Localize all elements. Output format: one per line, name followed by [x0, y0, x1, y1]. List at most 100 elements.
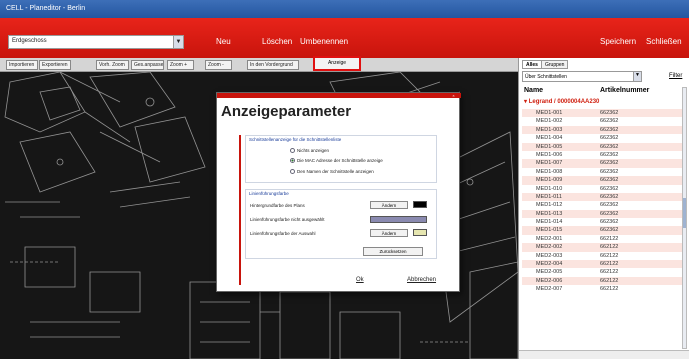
item-article: 662362 [600, 227, 619, 234]
tab-groups[interactable]: Gruppen [541, 60, 569, 69]
list-item[interactable]: MED1-002 662362 [522, 117, 682, 125]
save-button[interactable]: Speichern [600, 37, 636, 46]
import-button[interactable]: Importieren [6, 60, 38, 70]
list-item[interactable]: MED1-013 662362 [522, 209, 682, 219]
list-item[interactable]: MED2-004 662122 [522, 260, 682, 269]
item-name: MED1-001 [536, 110, 563, 116]
filter-select[interactable]: Über Schnittstellen ▼ [522, 71, 642, 82]
close-button[interactable]: Schließen [646, 37, 682, 46]
vertical-scrollbar[interactable] [682, 87, 687, 349]
item-name: MED1-008 [536, 168, 563, 175]
ok-button[interactable]: Ok [356, 277, 364, 283]
list-item[interactable]: MED1-009 662362 [522, 176, 682, 185]
item-article: 662122 [600, 244, 619, 251]
chevron-down-icon[interactable]: ▼ [633, 72, 641, 81]
delete-button[interactable]: Löschen [262, 37, 292, 46]
filter-select-value: Über Schnittstellen [525, 74, 567, 80]
item-name: MED1-007 [536, 160, 563, 167]
bg-color-swatch [413, 201, 427, 208]
list-item[interactable]: MED1-007 662362 [522, 159, 682, 168]
item-name: MED2-007 [536, 286, 563, 293]
close-icon[interactable]: × [450, 93, 457, 98]
radio-label: Die MAC Adresse der Schnittstelle anzeig… [297, 158, 383, 163]
display-button[interactable]: Anzeige [313, 56, 361, 71]
list-item[interactable]: MED2-007 662122 [522, 285, 682, 293]
radio-icon [290, 148, 295, 154]
radio-label: Nichts anzeigen [297, 148, 330, 153]
list-item[interactable]: MED1-012 662362 [522, 201, 682, 209]
item-article: 662122 [600, 286, 619, 293]
item-article: 662362 [600, 185, 619, 192]
scrollbar-thumb[interactable] [683, 198, 686, 228]
change-bg-color-button[interactable]: Ändern [370, 201, 408, 209]
window-titlebar: CELL - Planeditor - Berlin [0, 0, 689, 18]
display-parameters-dialog: × Anzeigeparameter Schnittstellenanzeige… [216, 92, 461, 292]
list-item[interactable]: MED1-001 662362 [522, 109, 682, 118]
foreground-button[interactable]: In den Vordergrund [247, 60, 299, 70]
list-item[interactable]: MED2-005 662122 [522, 268, 682, 276]
list-item[interactable]: MED1-014 662362 [522, 218, 682, 226]
line-color-swatch[interactable] [370, 216, 427, 223]
item-article: 662362 [600, 110, 619, 116]
item-name: MED1-015 [536, 227, 563, 234]
chevron-down-icon[interactable]: ▼ [173, 36, 183, 48]
item-name: MED2-006 [536, 277, 563, 284]
list-item[interactable]: MED1-010 662362 [522, 185, 682, 193]
list-header: Name Artikelnummer [522, 87, 682, 97]
item-article: 662362 [600, 126, 619, 133]
item-name: MED1-013 [536, 210, 563, 217]
list-item[interactable]: MED1-008 662362 [522, 168, 682, 176]
zoom-out-button[interactable]: Zoom - [205, 60, 232, 70]
column-name[interactable]: Name [524, 87, 543, 94]
item-name: MED2-002 [536, 244, 563, 251]
line-not-selected-label: Linienführungsfarbe nicht ausgewählt [250, 217, 325, 222]
item-name: MED1-005 [536, 143, 563, 150]
item-article: 662362 [600, 143, 619, 150]
interface-display-section: Schnittstellenanzeige für die Schnittste… [245, 135, 437, 183]
column-article[interactable]: Artikelnummer [600, 87, 649, 94]
list-item[interactable]: MED2-002 662122 [522, 243, 682, 252]
toolbar: Importieren Exportieren Vorh. Zoom Ges.a… [0, 58, 518, 72]
list-item[interactable]: MED2-001 662122 [522, 235, 682, 243]
list-item[interactable]: MED1-011 662362 [522, 192, 682, 202]
list-item[interactable]: MED2-003 662122 [522, 252, 682, 260]
list-item[interactable]: MED1-015 662362 [522, 226, 682, 235]
new-button[interactable]: Neu [216, 37, 231, 46]
item-article: 662362 [600, 160, 619, 167]
list-item[interactable]: MED1-004 662362 [522, 134, 682, 142]
list-item[interactable]: MED1-005 662362 [522, 142, 682, 151]
zoom-previous-button[interactable]: Vorh. Zoom [96, 60, 129, 70]
tab-all[interactable]: Alles [522, 60, 542, 69]
item-name: MED1-009 [536, 177, 563, 184]
zoom-fit-button[interactable]: Ges.anpassen [131, 60, 164, 70]
radio-show-nothing[interactable]: Nichts anzeigen [290, 148, 330, 154]
item-name: MED1-003 [536, 126, 563, 133]
rename-button[interactable]: Umbenennen [300, 37, 348, 46]
floor-select[interactable]: Erdgeschoss ▼ [8, 35, 184, 49]
interface-list: MED1-001 662362 MED1-002 662362 MED1-003 6623… [522, 109, 682, 294]
item-name: MED1-010 [536, 185, 563, 192]
cancel-button[interactable]: Abbrechen [407, 277, 436, 283]
item-name: MED2-004 [536, 261, 563, 268]
item-name: MED1-006 [536, 151, 563, 158]
radio-show-name[interactable]: Den Namen der Schnittstelle anzeigen [290, 169, 374, 175]
item-name: MED1-004 [536, 135, 563, 142]
dialog-title: Anzeigeparameter [221, 103, 352, 120]
item-article: 662362 [600, 219, 619, 226]
list-item[interactable]: MED1-006 662362 [522, 151, 682, 159]
window-title: CELL - Planeditor - Berlin [6, 5, 86, 12]
item-name: MED2-003 [536, 252, 563, 259]
radio-show-mac[interactable]: Die MAC Adresse der Schnittstelle anzeig… [290, 158, 383, 164]
list-item[interactable]: MED1-003 662362 [522, 125, 682, 135]
change-selection-color-button[interactable]: Ändern [370, 229, 408, 237]
export-button[interactable]: Exportieren [39, 60, 71, 70]
dialog-body: Schnittstellenanzeige für die Schnittste… [239, 135, 439, 285]
item-article: 662362 [600, 168, 619, 175]
line-selected-label: Linienführungsfarbe der Auswahl [250, 231, 316, 236]
reset-button[interactable]: Zurücksetzen [363, 247, 423, 256]
zoom-in-button[interactable]: Zoom + [167, 60, 194, 70]
group-row[interactable]: ▾ Legrand / 0000004AA230 [522, 98, 682, 108]
list-item[interactable]: MED2-006 662122 [522, 276, 682, 286]
filter-link[interactable]: Filter [669, 73, 682, 79]
item-name: MED2-001 [536, 235, 563, 242]
